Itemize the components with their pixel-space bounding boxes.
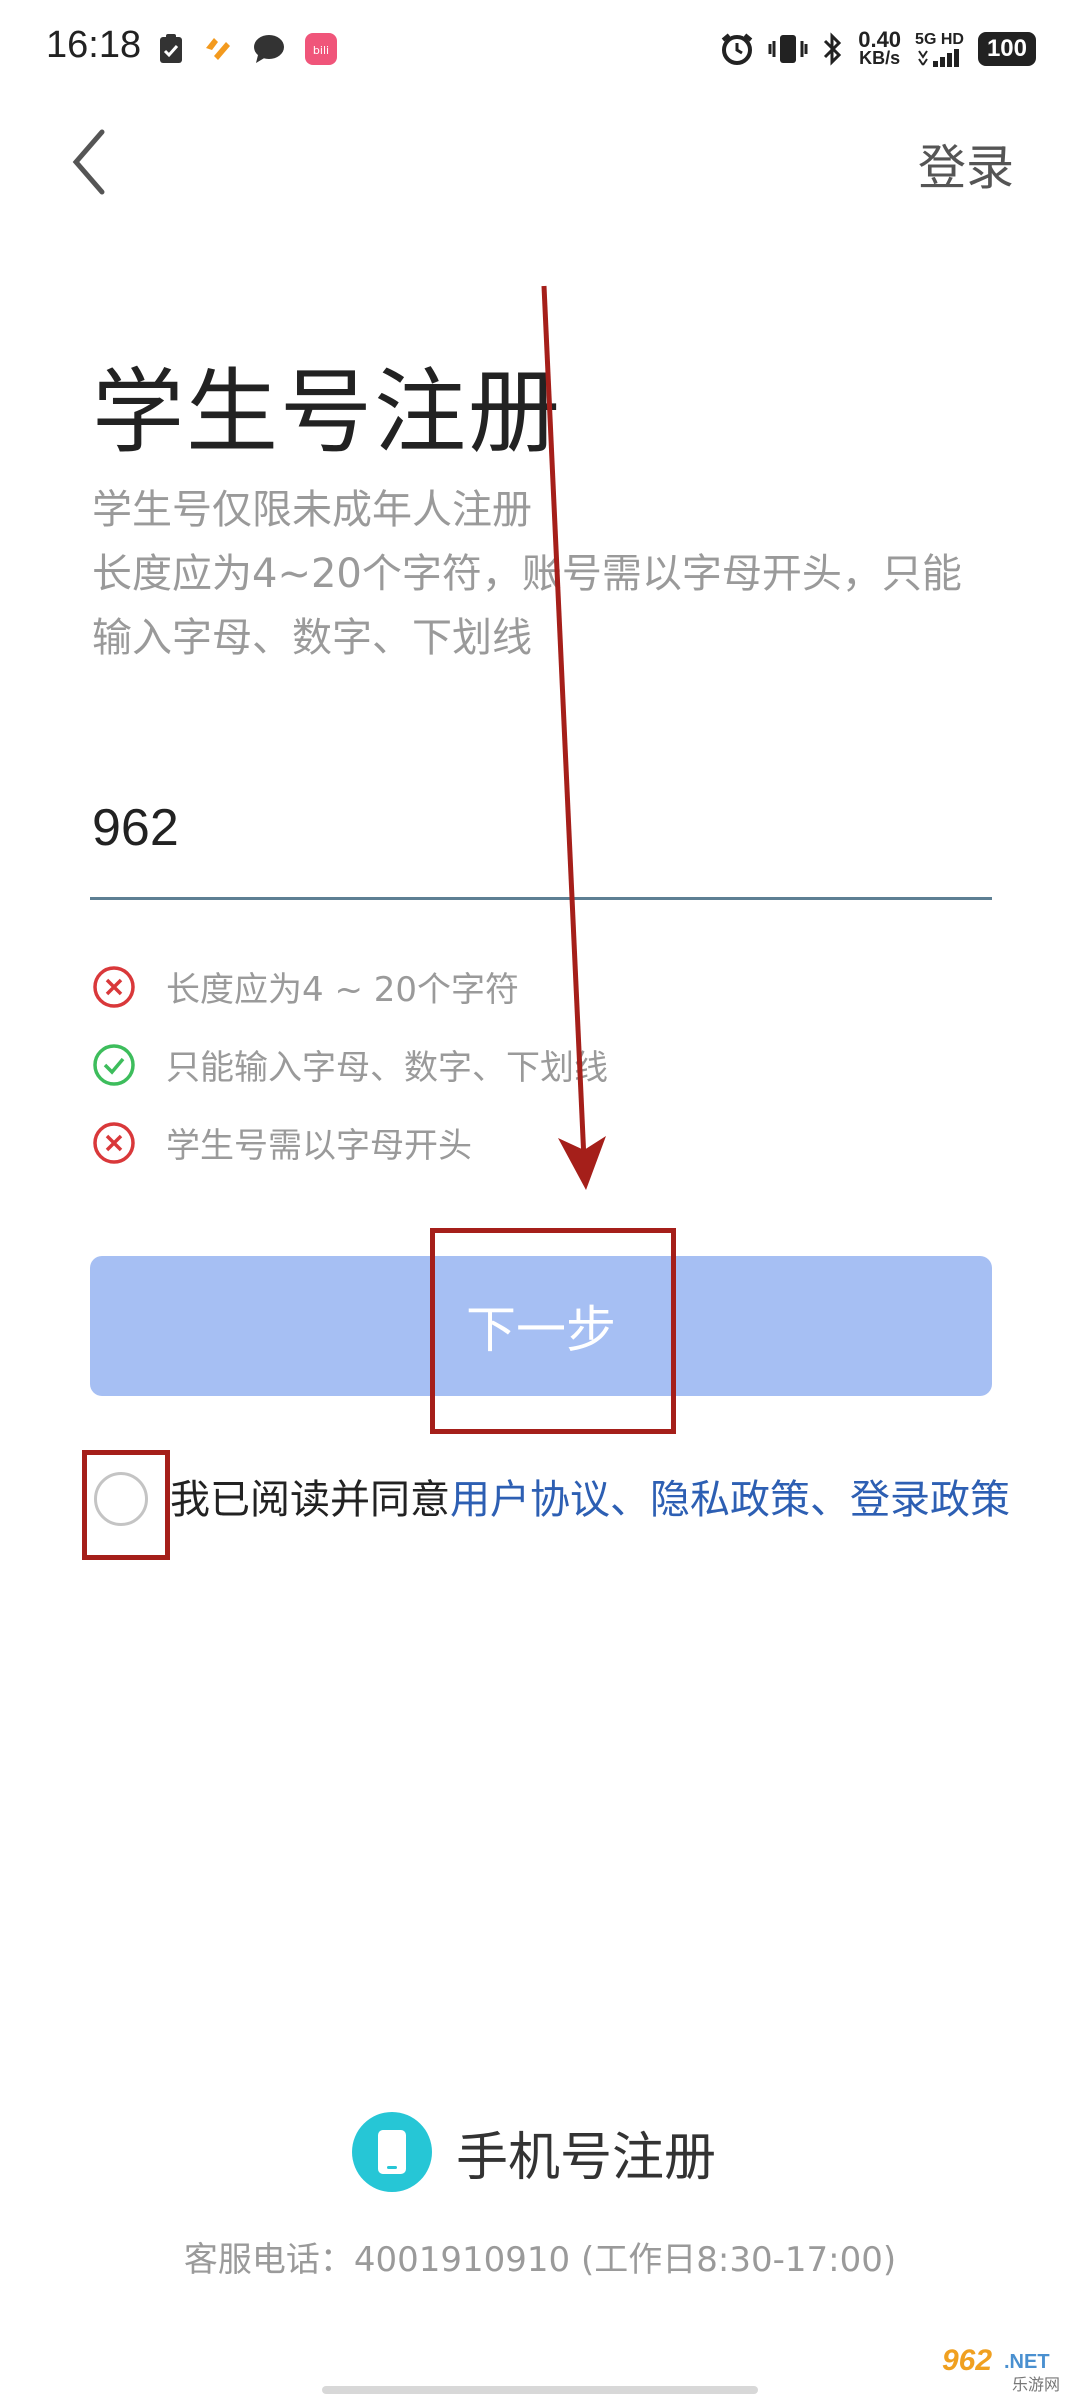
annotation-box-checkbox (82, 1450, 170, 1560)
annotation-arrow (541, 285, 606, 1190)
annotation-box-next (430, 1228, 676, 1434)
